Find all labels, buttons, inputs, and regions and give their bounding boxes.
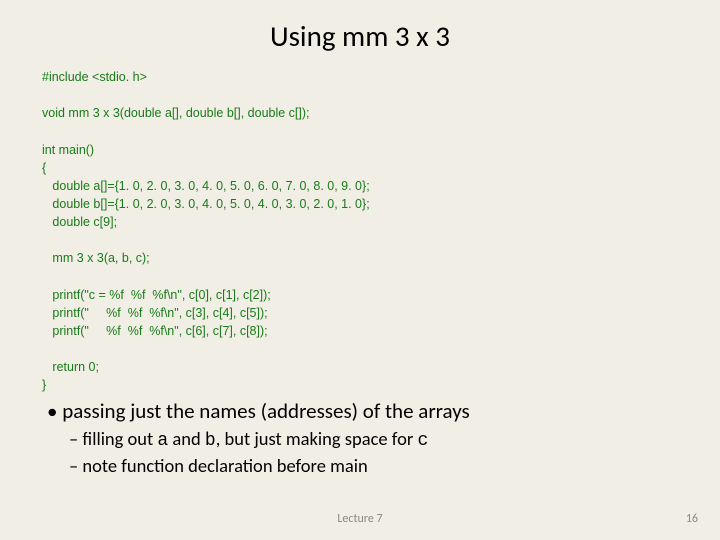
text: filling out	[82, 427, 157, 450]
bullet-sub-1: filling out a and b, but just making spa…	[42, 427, 678, 453]
code-block: #include <stdio. h> void mm 3 x 3(double…	[42, 68, 678, 394]
text: and	[168, 427, 205, 450]
code-inline-c: c	[417, 431, 428, 451]
text: , but just making space for	[216, 427, 418, 450]
code-inline-a: a	[157, 431, 168, 451]
bullet-main: passing just the names (addresses) of th…	[42, 398, 678, 425]
footer-lecture: Lecture 7	[0, 512, 720, 526]
code-inline-b: b	[205, 431, 216, 451]
slide-title: Using mm 3 x 3	[42, 18, 678, 54]
footer-page-number: 16	[686, 512, 698, 526]
slide: Using mm 3 x 3 #include <stdio. h> void …	[0, 0, 720, 540]
bullet-sub-2: note function declaration before main	[42, 454, 678, 478]
notes: passing just the names (addresses) of th…	[42, 398, 678, 478]
